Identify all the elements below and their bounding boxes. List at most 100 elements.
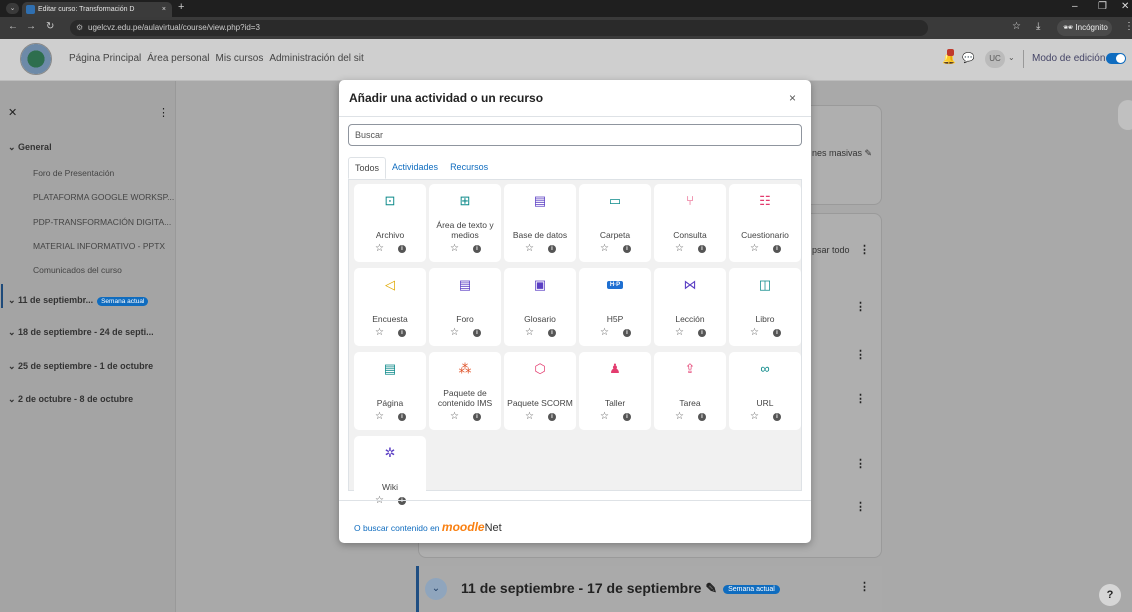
back-icon[interactable]: ← <box>8 21 18 32</box>
new-tab-button[interactable]: + <box>178 1 184 13</box>
module-tile[interactable]: ⬡ Paquete SCORM ☆ i <box>504 352 576 430</box>
info-icon[interactable]: i <box>473 329 481 337</box>
star-icon[interactable]: ☆ <box>675 411 684 422</box>
nav-dashboard[interactable]: Área personal <box>147 53 209 64</box>
module-tile[interactable]: ⊡ Archivo ☆ i <box>354 184 426 262</box>
tab-activities[interactable]: Actividades <box>386 157 444 179</box>
module-tile[interactable]: ⋈ Lección ☆ i <box>654 268 726 346</box>
activity-menu-icon[interactable]: ⋮ <box>855 300 866 313</box>
info-icon[interactable]: i <box>398 413 406 421</box>
edit-pencil-icon[interactable]: ✎ <box>705 580 717 596</box>
section-week[interactable]: ⌄ 11 de septiembr... Semana actual <box>8 295 149 306</box>
info-icon[interactable]: i <box>623 413 631 421</box>
star-icon[interactable]: ☆ <box>375 411 384 422</box>
info-icon[interactable]: i <box>398 497 406 505</box>
info-icon[interactable]: i <box>773 329 781 337</box>
star-icon[interactable]: ☆ <box>750 327 759 338</box>
activity-menu-icon[interactable]: ⋮ <box>855 457 866 470</box>
star-icon[interactable]: ☆ <box>600 411 609 422</box>
module-tile[interactable]: ⊞ Área de texto y medios ☆ i <box>429 184 501 262</box>
info-icon[interactable]: i <box>548 413 556 421</box>
nav-my-courses[interactable]: Mis cursos <box>216 53 264 64</box>
module-tile[interactable]: ⁂ Paquete de contenido IMS ☆ i <box>429 352 501 430</box>
star-icon[interactable]: ☆ <box>750 411 759 422</box>
module-tile[interactable]: ◁ Encuesta ☆ i <box>354 268 426 346</box>
moodlenet-link[interactable]: O buscar contenido en moodleNet <box>354 520 502 534</box>
close-drawer-icon[interactable]: ✕ <box>8 106 17 119</box>
bookmark-star-icon[interactable]: ☆ <box>1012 21 1021 32</box>
section-week[interactable]: ⌄ 2 de octubre - 8 de octubre <box>8 394 133 405</box>
module-tile[interactable]: ♟ Taller ☆ i <box>579 352 651 430</box>
activity-menu-icon[interactable]: ⋮ <box>855 392 866 405</box>
activity-link[interactable]: Foro de Presentación <box>33 168 114 178</box>
module-tile[interactable]: ▤ Foro ☆ i <box>429 268 501 346</box>
tab-close-icon[interactable]: × <box>162 2 166 17</box>
activity-link[interactable]: MATERIAL INFORMATIVO - PPTX <box>33 241 165 251</box>
maximize-button[interactable]: ❐ <box>1098 1 1107 12</box>
info-icon[interactable]: i <box>698 245 706 253</box>
section-week[interactable]: ⌄ 18 de septiembre - 24 de septi... <box>8 327 154 338</box>
notifications-bell-icon[interactable]: 🔔 <box>942 49 956 65</box>
info-icon[interactable]: i <box>698 413 706 421</box>
star-icon[interactable]: ☆ <box>450 327 459 338</box>
star-icon[interactable]: ☆ <box>525 327 534 338</box>
star-icon[interactable]: ☆ <box>375 327 384 338</box>
address-bar[interactable]: ⚙ ugelcvz.edu.pe/aulavirtual/course/view… <box>70 20 928 36</box>
site-info-icon[interactable]: ⚙ <box>76 23 83 32</box>
edit-mode-toggle[interactable] <box>1106 53 1126 64</box>
star-icon[interactable]: ☆ <box>525 243 534 254</box>
star-icon[interactable]: ☆ <box>450 411 459 422</box>
star-icon[interactable]: ☆ <box>525 411 534 422</box>
site-logo[interactable] <box>20 43 52 75</box>
module-tile[interactable]: ▤ Página ☆ i <box>354 352 426 430</box>
star-icon[interactable]: ☆ <box>675 243 684 254</box>
info-icon[interactable]: i <box>623 329 631 337</box>
activity-link[interactable]: PDP-TRANSFORMACIÓN DIGITA... <box>33 217 171 227</box>
incognito-badge[interactable]: 🕶 Incógnito <box>1057 20 1112 36</box>
collapse-all-link[interactable]: psar todo <box>812 245 850 255</box>
activity-link[interactable]: PLATAFORMA GOOGLE WORKSP... <box>33 192 174 202</box>
star-icon[interactable]: ☆ <box>375 243 384 254</box>
help-button[interactable]: ? <box>1099 584 1121 606</box>
star-icon[interactable]: ☆ <box>750 243 759 254</box>
section-menu-icon[interactable]: ⋮ <box>859 243 870 256</box>
user-avatar[interactable]: UC <box>985 50 1005 68</box>
open-block-drawer-button[interactable] <box>1118 100 1132 130</box>
module-tile[interactable]: H·P H5P ☆ i <box>579 268 651 346</box>
search-input[interactable]: Buscar <box>348 124 802 146</box>
info-icon[interactable]: i <box>698 329 706 337</box>
messages-icon[interactable]: 💬 <box>962 53 974 64</box>
star-icon[interactable]: ☆ <box>675 327 684 338</box>
browser-tab[interactable]: Editar curso: Transformación D × <box>22 2 172 17</box>
module-tile[interactable]: ▤ Base de datos ☆ i <box>504 184 576 262</box>
browser-menu-icon[interactable]: ⋮ <box>1124 21 1132 32</box>
info-icon[interactable]: i <box>773 413 781 421</box>
info-icon[interactable]: i <box>398 245 406 253</box>
module-tile[interactable]: ▣ Glosario ☆ i <box>504 268 576 346</box>
info-icon[interactable]: i <box>773 245 781 253</box>
minimize-button[interactable]: – <box>1072 1 1078 12</box>
activity-menu-icon[interactable]: ⋮ <box>855 348 866 361</box>
reload-icon[interactable]: ↻ <box>46 21 54 32</box>
info-icon[interactable]: i <box>548 329 556 337</box>
module-tile[interactable]: ⑂ Consulta ☆ i <box>654 184 726 262</box>
info-icon[interactable]: i <box>398 329 406 337</box>
forward-icon[interactable]: → <box>26 21 36 32</box>
module-tile[interactable]: ✲Wiki☆i <box>354 436 426 514</box>
tab-resources[interactable]: Recursos <box>444 157 494 179</box>
collapse-section-icon[interactable]: ⌄ <box>425 578 447 600</box>
download-icon[interactable]: ⤓ <box>1036 21 1040 32</box>
modal-close-icon[interactable]: × <box>789 91 796 105</box>
info-icon[interactable]: i <box>548 245 556 253</box>
module-tile[interactable]: ∞ URL ☆ i <box>729 352 801 430</box>
tab-search-button[interactable]: ⌄ <box>6 3 19 14</box>
nav-home[interactable]: Página Principal <box>69 53 141 64</box>
tab-all[interactable]: Todos <box>348 157 387 179</box>
star-icon[interactable]: ☆ <box>450 243 459 254</box>
bulk-edit-link[interactable]: nes masivas ✎ <box>812 148 872 159</box>
section-week[interactable]: ⌄ 25 de septiembre - 1 de octubre <box>8 361 153 372</box>
star-icon[interactable]: ☆ <box>600 327 609 338</box>
activity-menu-icon[interactable]: ⋮ <box>855 500 866 513</box>
info-icon[interactable]: i <box>473 413 481 421</box>
module-tile[interactable]: ▭ Carpeta ☆ i <box>579 184 651 262</box>
